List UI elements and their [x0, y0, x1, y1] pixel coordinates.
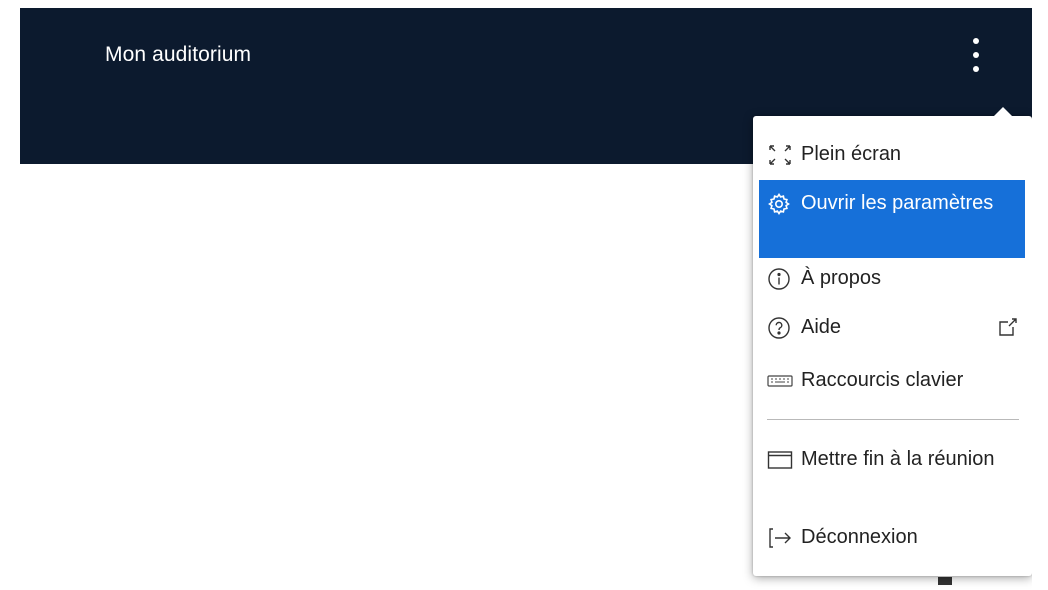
- menu-divider: [767, 419, 1019, 420]
- menu-item-label: Aide: [801, 316, 842, 338]
- keyboard-icon: [767, 368, 801, 393]
- menu-item-keyboard-shortcuts[interactable]: Raccourcis clavier: [759, 368, 1025, 400]
- menu-item-label: Mettre fin à la réunion: [801, 448, 995, 470]
- menu-item-help[interactable]: Aide: [759, 315, 1025, 347]
- app-window: Mon auditorium Plein écran Ouvrir les pa…: [20, 8, 1032, 590]
- menu-item-end-meeting[interactable]: Mettre fin à la réunion: [759, 447, 1025, 503]
- page-title: Mon auditorium: [105, 43, 252, 66]
- corner-glyph: [938, 577, 952, 585]
- menu-item-label: Plein écran: [801, 143, 902, 165]
- menu-item-label: Déconnexion: [801, 526, 918, 548]
- menu-item-about[interactable]: À propos: [759, 266, 1025, 298]
- external-link-icon: [997, 316, 1019, 338]
- options-menu: Plein écran Ouvrir les paramètres À prop…: [753, 107, 1032, 576]
- menu-item-settings[interactable]: Ouvrir les paramètres: [759, 180, 1025, 258]
- menu-item-label: À propos: [801, 267, 882, 289]
- kebab-dot: [973, 52, 979, 58]
- help-icon: [767, 315, 801, 340]
- menu-item-label: Ouvrir les paramètres: [801, 192, 994, 214]
- fullscreen-icon: [767, 142, 801, 167]
- info-icon: [767, 266, 801, 291]
- more-options-icon[interactable]: [968, 38, 984, 72]
- window-icon: [767, 447, 801, 472]
- gear-icon: [767, 191, 801, 216]
- menu-item-fullscreen[interactable]: Plein écran: [759, 142, 1025, 174]
- kebab-dot: [973, 38, 979, 44]
- kebab-dot: [973, 66, 979, 72]
- menu-item-logout[interactable]: Déconnexion: [759, 525, 1025, 557]
- logout-icon: [767, 525, 801, 550]
- menu-item-label: Raccourcis clavier: [801, 369, 964, 391]
